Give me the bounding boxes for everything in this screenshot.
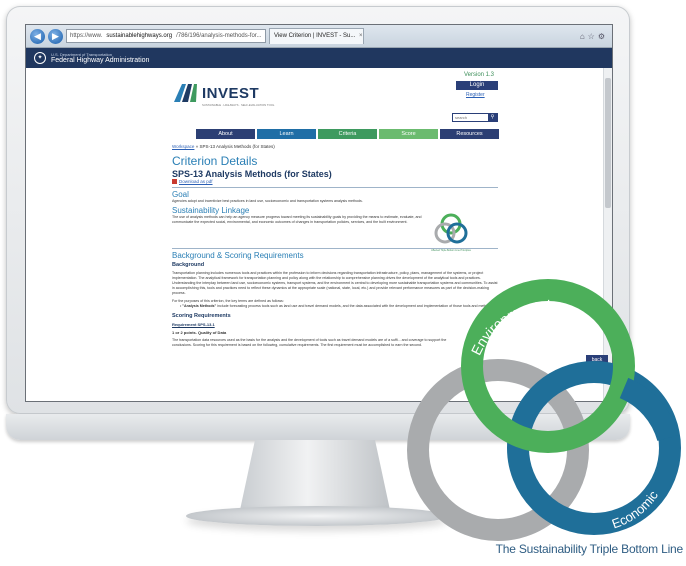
divider (172, 187, 498, 188)
brand-tagline: SUSTAINABLE · HIGHWAYS · SELF-EVALUATION… (202, 103, 275, 107)
linkage-text: The use of analysis methods can help an … (172, 215, 422, 224)
pdf-icon (172, 179, 177, 184)
breadcrumb-current: » SPS-13 Analysis Methods (for States) (195, 144, 275, 149)
browser-toolbar: ◀ ▶ https://www. sustainablehighways.org /… (26, 25, 612, 48)
search-icon[interactable]: ⚲ (488, 114, 497, 121)
url-prefix: https://www. (70, 33, 103, 39)
bullet-term: "Analysis Methods" (182, 304, 217, 308)
breadcrumb-workspace-link[interactable]: Workspace (172, 144, 194, 149)
dot-logo-icon: ✦ (34, 52, 46, 64)
nav-criteria[interactable]: Criteria (318, 129, 377, 139)
url-host: sustainablehighways.org (106, 33, 173, 39)
search-box: ⚲ (452, 113, 498, 122)
diagram-caption: The Sustainability Triple Bottom Line (495, 542, 684, 556)
download-pdf-link[interactable]: Download as pdf (172, 179, 498, 184)
page-title: Criterion Details (172, 154, 258, 168)
forward-arrow-icon[interactable]: ▶ (48, 28, 63, 44)
back-arrow-icon[interactable]: ◀ (30, 28, 45, 44)
nav-score[interactable]: Score (379, 129, 438, 139)
nav-about[interactable]: About (196, 129, 255, 139)
browser-tab[interactable]: View Criterion | INVEST - Su... × (269, 28, 364, 44)
linkage-logo-caption: Affected Triple Bottom Line Principles (431, 249, 471, 252)
invest-road-icon (174, 84, 197, 102)
fhwa-title[interactable]: U.S. Department of Transportation Federa… (51, 52, 150, 64)
goal-heading: Goal (172, 190, 189, 199)
register-link[interactable]: Register (466, 92, 485, 98)
criterion-title: SPS-13 Analysis Methods (for States) (172, 169, 332, 179)
browser-window-icons: ⌂☆⚙ (579, 31, 608, 41)
fhwa-agency: Federal Highway Administration (51, 56, 150, 64)
background-heading: Background & Scoring Requirements (172, 251, 304, 260)
triple-bottom-line-diagram: Environmental Social Economic (407, 279, 681, 541)
url-path: /786/196/analysis-methods-for... (176, 33, 262, 39)
fhwa-header: ✦ U.S. Department of Transportation Fede… (26, 48, 612, 68)
brand-name: INVEST (202, 84, 260, 102)
scrollbar-thumb[interactable] (605, 78, 611, 208)
stage: ◀ ▶ https://www. sustainablehighways.org /… (0, 0, 686, 566)
tab-title: View Criterion | INVEST - Su... (274, 33, 356, 39)
goal-text: Agencies adopt and incentivize best prac… (172, 199, 363, 203)
address-bar[interactable]: https://www. sustainablehighways.org/786/… (66, 29, 266, 43)
login-button[interactable]: Login (456, 81, 498, 90)
search-input[interactable] (453, 114, 488, 121)
close-icon[interactable]: × (359, 33, 363, 39)
address-icons: ⌕ ▾ 🔒 ↻ (265, 30, 266, 42)
nav-learn[interactable]: Learn (257, 129, 316, 139)
main-nav: About Learn Criteria Score Resources (196, 129, 499, 139)
version-label: Version 1.3 (464, 72, 495, 78)
monitor-stand (240, 440, 390, 510)
triple-bottom-line-icon (434, 213, 468, 244)
nav-resources[interactable]: Resources (440, 129, 499, 139)
breadcrumb: Workspace » SPS-13 Analysis Methods (for… (172, 144, 498, 149)
invest-logo[interactable]: INVEST (172, 82, 259, 104)
download-label: Download as pdf (179, 179, 213, 184)
